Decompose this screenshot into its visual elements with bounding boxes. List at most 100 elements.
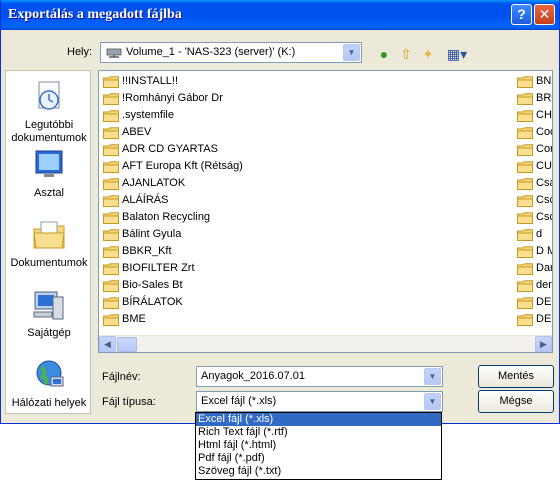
filetype-select[interactable]: Excel fájl (*.xls) ▼ [196,391,443,412]
look-in-combo[interactable]: Volume_1 - 'NAS-323 (server)' (K:) ▼ [100,42,362,63]
chevron-down-icon[interactable]: ▼ [343,44,360,61]
folder-name: Dan [536,262,552,274]
folder-item[interactable]: !!INSTALL!! [103,74,323,91]
folder-item[interactable]: DEF [517,295,552,312]
place-recent[interactable]: Legutóbbi dokumentumok [6,79,92,145]
cancel-button[interactable]: Mégse [478,390,554,413]
folder-item[interactable]: BME [103,312,323,329]
chevron-down-icon[interactable]: ▼ [424,393,441,410]
new-folder-icon[interactable]: ✦ [419,45,437,63]
chevron-down-icon[interactable]: ▼ [424,368,441,385]
scroll-left-icon[interactable]: ◀ [99,336,116,352]
scroll-right-icon[interactable]: ▶ [535,336,552,352]
folder-name: Bio-Sales Bt [122,279,183,291]
folder-item[interactable]: Bálint Gyula [103,227,323,244]
folder-item[interactable]: ALÁÍRÁS [103,193,323,210]
folder-item[interactable]: Csc [517,210,552,227]
up-folder-icon[interactable]: ⇧ [397,45,415,63]
view-menu-icon[interactable]: ▦▾ [445,45,469,63]
folder-icon [517,127,533,139]
folder-item[interactable]: Balaton Recycling [103,210,323,227]
place-network[interactable]: Hálózati helyek [6,357,92,410]
folder-name: CHS [536,109,552,121]
folder-item[interactable]: ABEV [103,125,323,142]
help-button[interactable]: ? [511,4,532,25]
horizontal-scrollbar[interactable]: ◀ ▶ [99,335,552,352]
folder-name: AJANLATOK [122,177,186,189]
folder-item[interactable]: BRO [517,91,552,108]
network-drive-icon [106,48,122,58]
folder-item[interactable]: der [517,278,552,295]
folder-item[interactable]: BNI [517,74,552,91]
folder-icon [103,93,119,105]
folder-name: AFT Europa Kft (Rétság) [122,160,243,172]
folder-icon [517,144,533,156]
folder-name: ABEV [122,126,152,138]
folder-item[interactable]: D M [517,244,552,261]
filetype-dropdown-list[interactable]: Excel fájl (*.xls) Rich Text fájl (*.rtf… [195,412,442,480]
folder-icon [103,314,119,326]
folder-name: BRO [536,92,552,104]
back-icon[interactable]: ● [375,45,393,63]
folder-item[interactable]: !Romhányi Gábor Dr [103,91,323,108]
folder-item[interactable]: Csa [517,176,552,193]
folder-item[interactable]: CHS [517,108,552,125]
place-label: Hálózati helyek [11,397,87,409]
filetype-option[interactable]: Pdf fájl (*.pdf) [196,452,441,465]
export-dialog: Exportálás a megadott fájlba ? ✕ Hely: V… [0,0,560,424]
folder-name: Csc [536,194,552,206]
folder-item[interactable]: Coc [517,125,552,142]
filename-label: Fájlnév: [102,371,141,383]
filetype-option[interactable]: Rich Text fájl (*.rtf) [196,426,441,439]
folder-icon [103,212,119,224]
folder-icon [517,110,533,122]
place-label: Dokumentumok [10,257,88,269]
folder-item[interactable]: Csc [517,193,552,210]
places-bar: Legutóbbi dokumentumok Asztal Dokumentum… [5,70,91,414]
folder-name: Cor [536,143,553,155]
folder-item[interactable]: d [517,227,552,244]
folder-item[interactable]: Cor [517,142,553,159]
place-documents[interactable]: Dokumentumok [6,217,92,270]
folder-icon [103,246,119,258]
folder-item[interactable]: Bio-Sales Bt [103,278,323,295]
folder-icon [517,195,533,207]
folder-icon [517,93,533,105]
scroll-thumb[interactable] [117,337,137,352]
folder-item[interactable]: .systemfile [103,108,323,125]
place-desktop[interactable]: Asztal [6,147,92,200]
folder-icon [103,297,119,309]
place-my-computer[interactable]: Sajátgép [6,287,92,340]
filename-value: Anyagok_2016.07.01 [201,370,305,382]
filetype-option[interactable]: Szöveg fájl (*.txt) [196,465,441,478]
folder-item[interactable]: BIOFILTER Zrt [103,261,323,278]
filetype-option[interactable]: Excel fájl (*.xls) [196,413,441,426]
folder-name: der [536,279,552,291]
folder-name: Coc [536,126,552,138]
folder-item[interactable]: BÍRÁLATOK [103,295,323,312]
look-in-label: Hely: [67,46,93,58]
window-title: Exportálás a megadott fájlba [8,7,182,22]
folder-item[interactable]: AFT Europa Kft (Rétság) [103,159,323,176]
folder-name: ADR CD GYARTAS [122,143,218,155]
folder-icon [103,110,119,122]
save-button[interactable]: Mentés [478,365,554,388]
folder-item[interactable]: AJANLATOK [103,176,323,193]
close-button[interactable]: ✕ [534,4,555,25]
file-list[interactable]: !!INSTALL!! !Romhányi Gábor Dr .systemfile… [98,70,553,353]
filename-input[interactable]: Anyagok_2016.07.01 ▼ [196,366,443,387]
folder-name: DES [536,313,552,325]
folder-icon [517,263,533,275]
folder-icon [517,161,533,173]
folder-item[interactable]: DES [517,312,552,329]
folder-icon [517,246,533,258]
folder-icon [517,280,533,292]
place-label: Legutóbbi dokumentumok [11,119,87,144]
folder-item[interactable]: ADR CD GYARTAS [103,142,323,159]
folder-item[interactable]: Dan [517,261,552,278]
folder-item[interactable]: BBKR_Kft [103,244,323,261]
folder-item[interactable]: CUI [517,159,552,176]
folder-icon [517,297,533,309]
filetype-option[interactable]: Html fájl (*.html) [196,439,441,452]
my-computer-icon [31,287,67,323]
